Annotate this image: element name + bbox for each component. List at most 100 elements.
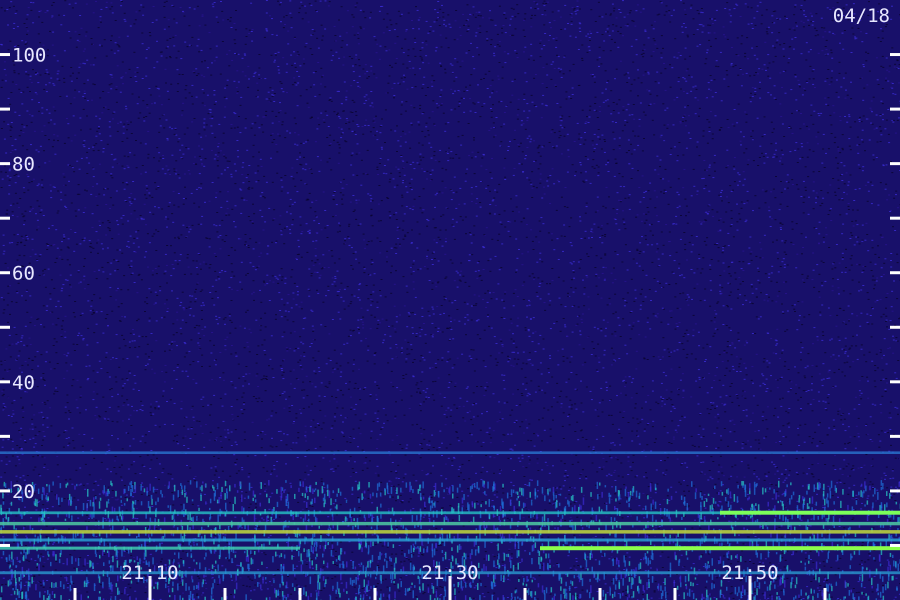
noise-speck xyxy=(278,135,281,137)
noise-speck xyxy=(818,233,821,235)
noise-speck xyxy=(469,234,472,236)
noise-speck xyxy=(755,353,758,355)
noise-speck xyxy=(12,520,15,522)
noise-speck xyxy=(729,329,732,331)
noise-speck xyxy=(284,112,287,114)
noise-speck xyxy=(688,296,690,298)
noise-speck xyxy=(629,508,632,510)
noise-speck xyxy=(431,282,434,284)
noise-speck xyxy=(11,448,14,450)
noise-speck xyxy=(838,61,841,63)
noise-speck xyxy=(122,404,125,406)
noise-speck xyxy=(326,577,329,579)
noise-speck xyxy=(373,353,376,354)
noise-speck xyxy=(879,141,882,142)
noise-speck xyxy=(416,391,418,393)
noise-speck xyxy=(126,120,129,122)
noise-speck xyxy=(308,229,311,231)
noise-speck xyxy=(395,316,398,318)
noise-speck xyxy=(685,215,687,217)
noise-speck xyxy=(377,174,380,175)
noise-speck xyxy=(315,240,318,242)
noise-speck xyxy=(144,171,147,173)
noise-speck xyxy=(839,152,842,154)
noise-speck xyxy=(503,51,506,53)
noise-speck xyxy=(634,297,637,299)
noise-speck xyxy=(494,46,497,48)
noise-speck xyxy=(526,427,529,429)
noise-speck xyxy=(370,304,373,306)
noise-speck xyxy=(55,324,58,326)
noise-speck xyxy=(213,90,216,91)
noise-speck xyxy=(201,89,204,91)
noise-speck xyxy=(473,103,476,105)
noise-speck xyxy=(460,270,463,272)
noise-speck xyxy=(763,479,766,481)
noise-speck xyxy=(154,302,157,304)
noise-speck xyxy=(350,155,353,157)
noise-speck xyxy=(828,377,831,379)
noise-speck xyxy=(255,375,258,377)
noise-speck xyxy=(514,129,516,131)
noise-speck xyxy=(605,186,608,188)
noise-speck xyxy=(379,589,382,591)
noise-speck xyxy=(159,51,162,53)
noise-speck xyxy=(685,357,688,359)
noise-speck xyxy=(241,396,244,398)
noise-speck xyxy=(390,272,392,274)
noise-speck xyxy=(768,273,771,275)
noise-speck xyxy=(681,31,684,33)
noise-speck xyxy=(506,597,509,598)
noise-speck xyxy=(28,337,31,339)
noise-speck xyxy=(299,156,302,158)
noise-speck xyxy=(148,88,151,89)
noise-speck xyxy=(736,4,739,6)
noise-speck xyxy=(589,390,592,392)
noise-speck xyxy=(738,534,740,536)
noise-speck xyxy=(614,311,617,313)
noise-speck xyxy=(419,427,422,429)
noise-speck xyxy=(486,411,488,413)
noise-speck xyxy=(289,229,291,231)
noise-speck xyxy=(885,363,888,365)
noise-speck xyxy=(216,160,219,162)
noise-speck xyxy=(608,414,611,416)
noise-speck xyxy=(521,253,524,255)
noise-speck xyxy=(314,255,317,257)
noise-speck xyxy=(607,105,610,107)
noise-speck xyxy=(121,76,124,78)
noise-speck xyxy=(640,559,642,561)
noise-speck xyxy=(859,325,862,327)
noise-speck xyxy=(818,221,821,223)
noise-speck xyxy=(404,141,407,143)
noise-speck xyxy=(227,19,229,21)
noise-speck xyxy=(384,109,387,111)
noise-speck xyxy=(251,187,254,189)
noise-speck xyxy=(803,196,806,198)
noise-speck xyxy=(673,56,676,58)
noise-speck xyxy=(118,46,121,48)
noise-speck xyxy=(678,388,680,390)
noise-speck xyxy=(588,46,591,48)
noise-speck xyxy=(449,358,452,360)
noise-speck xyxy=(22,187,25,189)
noise-speck xyxy=(373,363,376,365)
noise-speck xyxy=(487,314,489,316)
noise-speck xyxy=(624,124,626,126)
noise-speck xyxy=(271,545,273,547)
noise-speck xyxy=(95,311,98,313)
noise-speck xyxy=(714,375,717,377)
noise-speck xyxy=(208,246,211,248)
noise-speck xyxy=(334,277,337,279)
noise-speck xyxy=(412,67,415,69)
noise-speck xyxy=(779,569,782,571)
noise-speck xyxy=(644,71,647,73)
noise-speck xyxy=(567,292,569,294)
noise-speck xyxy=(347,525,350,527)
noise-speck xyxy=(6,209,9,211)
noise-speck xyxy=(45,91,48,93)
noise-speck xyxy=(95,231,98,233)
noise-speck xyxy=(52,244,55,246)
noise-speck xyxy=(12,422,15,424)
noise-speck xyxy=(651,390,654,392)
